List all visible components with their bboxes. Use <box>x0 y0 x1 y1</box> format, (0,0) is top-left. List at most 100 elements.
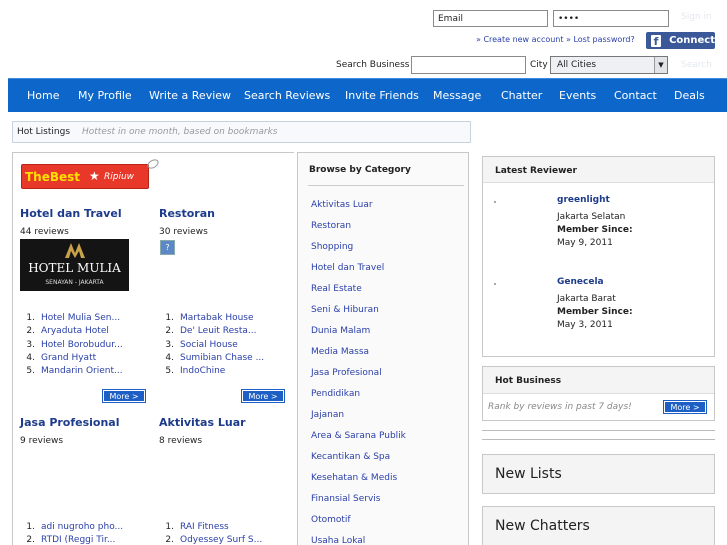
more-button-hotel[interactable]: More > <box>102 389 146 403</box>
nav-search-reviews[interactable]: Search Reviews <box>244 79 330 113</box>
browse-item[interactable]: Usaha Lokal <box>311 535 406 545</box>
city-label: City <box>530 60 548 70</box>
nav-message[interactable]: Message <box>433 79 481 113</box>
facebook-icon: f <box>651 34 662 48</box>
reviewer-avatar[interactable] <box>494 283 496 285</box>
member-since-label: Member Since: <box>557 225 633 235</box>
city-select-value: All Cities <box>557 60 597 70</box>
hot-listings-bar: Hot Listings Hottest in one month, based… <box>12 121 471 143</box>
browse-item[interactable]: Shopping <box>311 241 406 262</box>
more-button-restoran[interactable]: More > <box>241 389 285 403</box>
hot-listings-note: Hottest in one month, based on bookmarks <box>82 127 278 137</box>
list-item[interactable]: 2. Odyessey Surf S... <box>159 534 262 545</box>
hotel-mulia-emblem <box>65 243 85 258</box>
list-item[interactable]: 1. Hotel Mulia Sen... <box>20 312 123 325</box>
category-title-hotel[interactable]: Hotel dan Travel <box>20 207 122 220</box>
category-reviews-jasa: 9 reviews <box>20 436 64 446</box>
browse-item[interactable]: Aktivitas Luar <box>311 199 406 220</box>
list-item[interactable]: 5. IndoChine <box>159 365 264 378</box>
browse-item[interactable]: Pendidikan <box>311 388 406 409</box>
logo-part1: TheBest <box>25 170 81 184</box>
browse-item[interactable]: Finansial Servis <box>311 493 406 514</box>
email-input[interactable] <box>433 10 548 27</box>
category-title-jasa[interactable]: Jasa Profesional <box>20 416 120 429</box>
hot-business-note: Rank by reviews in past 7 days! <box>488 402 632 412</box>
create-account-link[interactable]: » Create new account <box>476 35 564 44</box>
browse-item[interactable]: Kecantikan & Spa <box>311 451 406 472</box>
nav-deals[interactable]: Deals <box>674 79 705 113</box>
reviewer-name[interactable]: Genecela <box>557 277 604 287</box>
more-button-hot-business[interactable]: More > <box>663 400 707 414</box>
search-business-label: Search Business <box>336 60 410 70</box>
hotel-mulia-image[interactable]: HOTEL MULIA SENAYAN - JAKARTA <box>20 239 129 291</box>
list-item[interactable]: 4. Grand Hyatt <box>20 352 123 365</box>
list-item[interactable]: 3. Hotel Borobudur... <box>20 339 122 352</box>
reviewer-city: Jakarta Barat <box>557 294 616 304</box>
nav-home[interactable]: Home <box>27 79 59 113</box>
browse-item[interactable]: Media Massa <box>311 346 406 367</box>
browse-item[interactable]: Restoran <box>311 220 406 241</box>
nav-my-profile[interactable]: My Profile <box>78 79 132 113</box>
category-reviews-hotel: 44 reviews <box>20 227 69 237</box>
nav-events[interactable]: Events <box>559 79 596 113</box>
new-chatters-title: New Chatters <box>495 518 590 534</box>
reviewer-avatar[interactable] <box>494 201 496 203</box>
rank-list-hotel: 1. Hotel Mulia Sen... 2. Aryaduta Hotel 3.… <box>20 312 123 378</box>
member-since-date: May 9, 2011 <box>557 238 613 248</box>
category-reviews-aktivitas: 8 reviews <box>159 436 203 446</box>
browse-item[interactable]: Real Estate <box>311 283 406 304</box>
lost-password-link[interactable]: » Lost password? <box>566 35 635 44</box>
category-reviews-restoran: 30 reviews <box>159 227 208 237</box>
browse-item[interactable]: Otomotif <box>311 514 406 535</box>
facebook-connect-label: Connect <box>669 35 715 46</box>
browse-item[interactable]: Dunia Malam <box>311 325 406 346</box>
facebook-connect-button[interactable]: f Connect <box>646 32 715 49</box>
nav-chatter[interactable]: Chatter <box>501 79 542 113</box>
city-select[interactable]: All Cities ▼ <box>550 56 668 74</box>
browse-item[interactable]: Area & Sarana Publik <box>311 430 406 451</box>
rank-list-restoran: 1. Martabak House 2. De' Leuit Resta... 3.… <box>159 312 264 378</box>
browse-category-title: Browse by Category <box>309 165 411 175</box>
rank-list-jasa: 1. adi nugroho pho... 2. RTDI (Reggi Tir..… <box>20 521 123 545</box>
list-item[interactable]: 1. RAI Fitness <box>159 521 262 534</box>
list-item[interactable]: 3. Social House <box>159 339 264 352</box>
category-title-aktivitas[interactable]: Aktivitas Luar <box>159 416 246 429</box>
list-item[interactable]: 1. adi nugroho pho... <box>20 521 123 534</box>
member-since-label: Member Since: <box>557 307 633 317</box>
page: Sign in » Create new account » Lost pass… <box>0 0 727 545</box>
browse-item[interactable]: Jajanan <box>311 409 406 430</box>
reviewer-city: Jakarta Selatan <box>557 212 626 222</box>
browse-item[interactable]: Hotel dan Travel <box>311 262 406 283</box>
category-title-restoran[interactable]: Restoran <box>159 207 215 220</box>
placeholder-image-icon[interactable]: ? <box>160 240 175 255</box>
reviewer-name[interactable]: greenlight <box>557 195 610 205</box>
list-item[interactable]: 2. Aryaduta Hotel <box>20 325 123 338</box>
star-icon: ★ <box>89 169 100 183</box>
browse-item[interactable]: Jasa Profesional <box>311 367 406 388</box>
signin-button[interactable]: Sign in <box>681 12 712 22</box>
search-business-input[interactable] <box>411 56 526 74</box>
list-item[interactable]: 1. Martabak House <box>159 312 264 325</box>
password-input[interactable] <box>553 10 669 27</box>
browse-category-list: Aktivitas Luar Restoran Shopping Hotel d… <box>311 199 406 545</box>
nav-write-review[interactable]: Write a Review <box>149 79 231 113</box>
latest-reviewer-header: Latest Reviewer <box>483 157 714 183</box>
nav-invite-friends[interactable]: Invite Friends <box>345 79 419 113</box>
list-item[interactable]: 4. Sumibian Chase ... <box>159 352 264 365</box>
search-button[interactable]: Search <box>681 60 712 70</box>
list-item[interactable]: 5. Mandarin Orient... <box>20 365 123 378</box>
hotel-mulia-location: SENAYAN - JAKARTA <box>45 279 104 286</box>
nav-contact[interactable]: Contact <box>614 79 657 113</box>
browse-item[interactable]: Seni & Hiburan <box>311 304 406 325</box>
browse-item[interactable]: Kesehatan & Medis <box>311 472 406 493</box>
thebest-ripiuw-logo: TheBest ★ Ripiuw <box>21 164 149 189</box>
list-item[interactable]: 2. RTDI (Reggi Tir... <box>20 534 123 545</box>
main-nav: Home My Profile Write a Review Search Re… <box>8 78 727 112</box>
sidebar-divider <box>482 439 715 440</box>
hot-business-header: Hot Business <box>483 367 714 394</box>
member-since-date: May 3, 2011 <box>557 320 613 330</box>
chevron-down-icon: ▼ <box>654 57 667 73</box>
browse-divider <box>308 185 464 186</box>
list-item[interactable]: 2. De' Leuit Resta... <box>159 325 264 338</box>
hot-business-title: Hot Business <box>495 376 562 386</box>
